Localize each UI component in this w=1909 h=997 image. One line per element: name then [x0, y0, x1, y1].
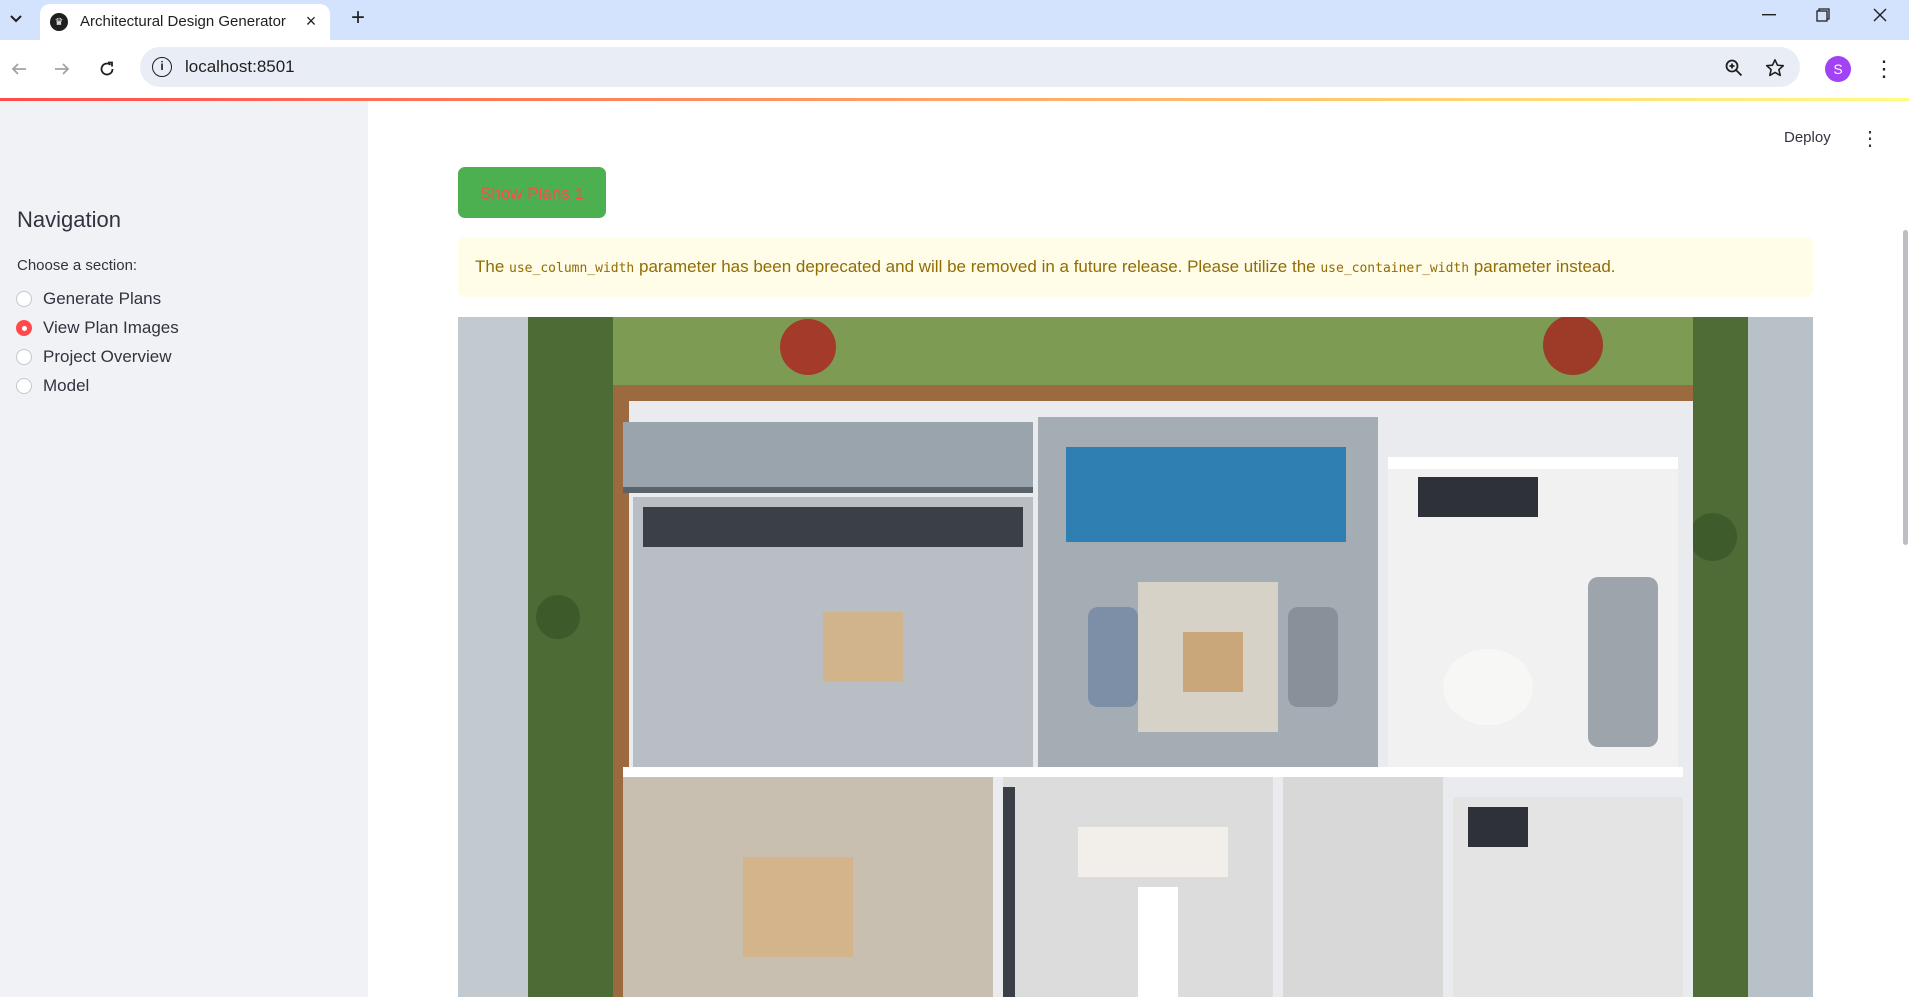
- minimize-icon[interactable]: [1746, 0, 1792, 30]
- back-icon[interactable]: [4, 54, 34, 84]
- show-plans-button[interactable]: Show Plans 1: [458, 167, 606, 218]
- main-scrollbar[interactable]: [1903, 230, 1908, 545]
- sidebar: Navigation Choose a section: Generate Pl…: [0, 101, 368, 997]
- star-icon[interactable]: [1762, 55, 1788, 81]
- warning-text-prefix: The: [475, 257, 510, 276]
- radio-label[interactable]: Project Overview: [43, 347, 171, 367]
- plus-icon[interactable]: +: [344, 4, 372, 32]
- site-info-icon[interactable]: i: [152, 57, 172, 77]
- warning-code-column-width: use_column_width: [509, 261, 635, 276]
- floor-plan-image: [458, 317, 1813, 997]
- app-favicon: ♛: [50, 13, 68, 31]
- deprecation-warning: The use_column_width parameter has been …: [458, 237, 1813, 297]
- radio-circle[interactable]: [16, 349, 32, 365]
- radio-group-label: Choose a section:: [17, 257, 138, 274]
- close-icon[interactable]: ×: [300, 10, 322, 32]
- radio-view-plan-images[interactable]: View Plan Images: [16, 316, 179, 340]
- browser-toolbar: i localhost:8501 S ⋮: [0, 40, 1909, 98]
- main-menu-icon[interactable]: ⋮: [1860, 125, 1880, 153]
- url-text[interactable]: localhost:8501: [185, 57, 295, 77]
- radio-circle-selected[interactable]: [16, 320, 32, 336]
- warning-code-container-width: use_container_width: [1320, 261, 1470, 276]
- reload-icon[interactable]: [92, 54, 122, 84]
- sidebar-title: Navigation: [17, 207, 121, 232]
- zoom-icon[interactable]: [1721, 55, 1747, 81]
- browser-tab[interactable]: ♛ Architectural Design Generator ×: [40, 4, 330, 40]
- tab-title: Architectural Design Generator: [80, 13, 286, 30]
- radio-project-overview[interactable]: Project Overview: [16, 345, 171, 369]
- tab-search-icon[interactable]: [4, 5, 28, 33]
- profile-avatar[interactable]: S: [1825, 56, 1851, 82]
- radio-generate-plans[interactable]: Generate Plans: [16, 287, 161, 311]
- radio-circle[interactable]: [16, 378, 32, 394]
- warning-text-suffix: parameter instead.: [1469, 257, 1616, 276]
- restore-icon[interactable]: [1800, 0, 1846, 30]
- window-close-icon[interactable]: [1857, 0, 1903, 30]
- radio-circle[interactable]: [16, 291, 32, 307]
- browser-tab-strip: ♛ Architectural Design Generator × +: [0, 0, 1909, 40]
- more-vert-icon[interactable]: ⋮: [1872, 54, 1896, 84]
- radio-label[interactable]: Generate Plans: [43, 289, 161, 309]
- radio-label[interactable]: Model: [43, 376, 89, 396]
- deploy-button[interactable]: Deploy: [1776, 125, 1839, 150]
- radio-label[interactable]: View Plan Images: [43, 318, 179, 338]
- forward-icon[interactable]: [47, 54, 77, 84]
- radio-model[interactable]: Model: [16, 374, 89, 398]
- address-bar[interactable]: i localhost:8501: [140, 47, 1800, 87]
- warning-text-middle: parameter has been deprecated and will b…: [634, 257, 1321, 276]
